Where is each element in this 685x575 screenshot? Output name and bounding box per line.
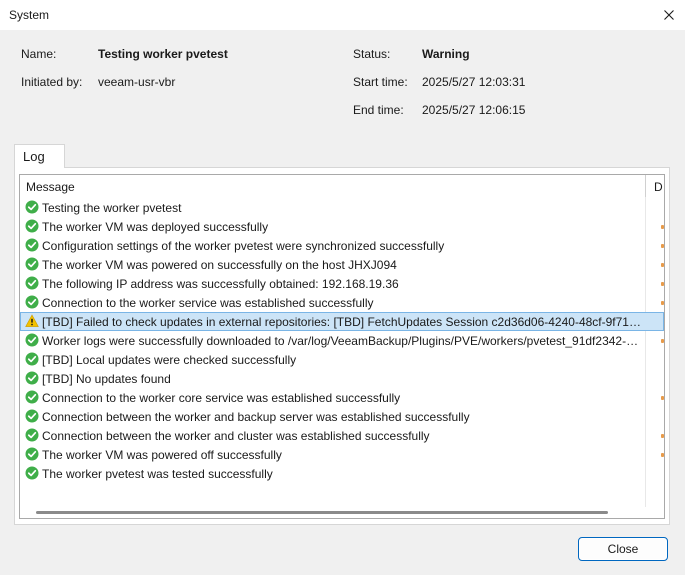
title-bar: System <box>0 0 685 30</box>
status-value: Warning <box>422 47 470 61</box>
log-message: Testing the worker pvetest <box>42 201 182 215</box>
close-icon[interactable] <box>656 2 682 28</box>
warning-triangle-icon <box>25 314 39 328</box>
log-message: [TBD] Failed to check updates in externa… <box>42 315 642 329</box>
log-message: Configuration settings of the worker pve… <box>42 239 445 253</box>
table-row[interactable]: Configuration settings of the worker pve… <box>20 236 664 255</box>
tab-log[interactable]: Log <box>14 144 65 168</box>
scrollbar-thumb[interactable] <box>36 511 608 514</box>
table-row[interactable]: The worker VM was powered on successfull… <box>20 255 664 274</box>
table-row[interactable]: The following IP address was successfull… <box>20 274 664 293</box>
checkmark-circle-icon <box>25 409 39 423</box>
log-rows: Testing the worker pvetest The worker VM … <box>20 198 664 483</box>
checkmark-circle-icon <box>25 428 39 442</box>
status-label: Status: <box>353 47 391 61</box>
duration-cell-fragment <box>661 225 664 229</box>
duration-cell-fragment <box>661 263 664 267</box>
duration-column-header[interactable]: D <box>654 180 663 194</box>
start-time-value: 2025/5/27 12:03:31 <box>422 75 526 89</box>
initiated-by-label: Initiated by: <box>21 75 83 89</box>
column-resize-handle[interactable] <box>645 175 646 197</box>
table-row[interactable]: The worker VM was deployed successfully <box>20 217 664 236</box>
checkmark-circle-icon <box>25 276 39 290</box>
table-row[interactable]: Connection between the worker and backup… <box>20 407 664 426</box>
table-row[interactable]: [TBD] No updates found <box>20 369 664 388</box>
column-header: Message D <box>20 175 664 507</box>
window-title: System <box>9 8 50 22</box>
system-dialog: System Name: Testing worker pvetest Init… <box>0 0 685 575</box>
log-message: Worker logs were successfully downloaded… <box>42 334 642 348</box>
end-time-label: End time: <box>353 103 404 117</box>
checkmark-circle-icon <box>25 295 39 309</box>
log-message: [TBD] No updates found <box>42 372 171 386</box>
table-row[interactable]: Connection between the worker and cluste… <box>20 426 664 445</box>
checkmark-circle-icon <box>25 352 39 366</box>
checkmark-circle-icon <box>25 257 39 271</box>
table-row[interactable]: Testing the worker pvetest <box>20 198 664 217</box>
message-column-header[interactable]: Message <box>26 180 75 194</box>
checkmark-circle-icon <box>25 390 39 404</box>
table-row[interactable]: The worker pvetest was tested successful… <box>20 464 664 483</box>
duration-cell-fragment <box>661 282 664 286</box>
log-message: The worker VM was deployed successfully <box>42 220 269 234</box>
end-time-value: 2025/5/27 12:06:15 <box>422 103 526 117</box>
table-row[interactable]: The worker VM was powered off successful… <box>20 445 664 464</box>
checkmark-circle-icon <box>25 447 39 461</box>
log-message: The worker VM was powered off successful… <box>42 448 282 462</box>
duration-cell-fragment <box>661 396 664 400</box>
duration-cell-fragment <box>661 453 664 457</box>
log-message: Connection between the worker and cluste… <box>42 429 430 443</box>
log-message: The following IP address was successfull… <box>42 277 399 291</box>
checkmark-circle-icon <box>25 200 39 214</box>
table-row[interactable]: Worker logs were successfully downloaded… <box>20 331 664 350</box>
duration-cell-fragment <box>661 339 664 343</box>
close-button[interactable]: Close <box>578 537 668 561</box>
checkmark-circle-icon <box>25 466 39 480</box>
table-row[interactable]: [TBD] Local updates were checked success… <box>20 350 664 369</box>
table-row[interactable]: [TBD] Failed to check updates in externa… <box>20 312 664 331</box>
duration-cell-fragment <box>661 244 664 248</box>
log-message: Connection to the worker service was est… <box>42 296 374 310</box>
checkmark-circle-icon <box>25 333 39 347</box>
start-time-label: Start time: <box>353 75 408 89</box>
duration-cell-fragment <box>661 301 664 305</box>
checkmark-circle-icon <box>25 219 39 233</box>
horizontal-scrollbar[interactable] <box>21 506 663 518</box>
log-message: Connection to the worker core service wa… <box>42 391 401 405</box>
initiated-by-value: veeam-usr-vbr <box>98 75 176 89</box>
name-value: Testing worker pvetest <box>98 47 228 61</box>
log-message: The worker VM was powered on successfull… <box>42 258 397 272</box>
duration-cell-fragment <box>661 434 664 438</box>
log-message: Connection between the worker and backup… <box>42 410 470 424</box>
tab-log-label: Log <box>23 149 45 164</box>
checkmark-circle-icon <box>25 371 39 385</box>
name-label: Name: <box>21 47 57 61</box>
table-row[interactable]: Connection to the worker service was est… <box>20 293 664 312</box>
log-grid[interactable]: Message D Testing the worker pvetest The … <box>19 174 665 519</box>
log-message: [TBD] Local updates were checked success… <box>42 353 297 367</box>
log-message: The worker pvetest was tested successful… <box>42 467 273 481</box>
table-row[interactable]: Connection to the worker core service wa… <box>20 388 664 407</box>
checkmark-circle-icon <box>25 238 39 252</box>
